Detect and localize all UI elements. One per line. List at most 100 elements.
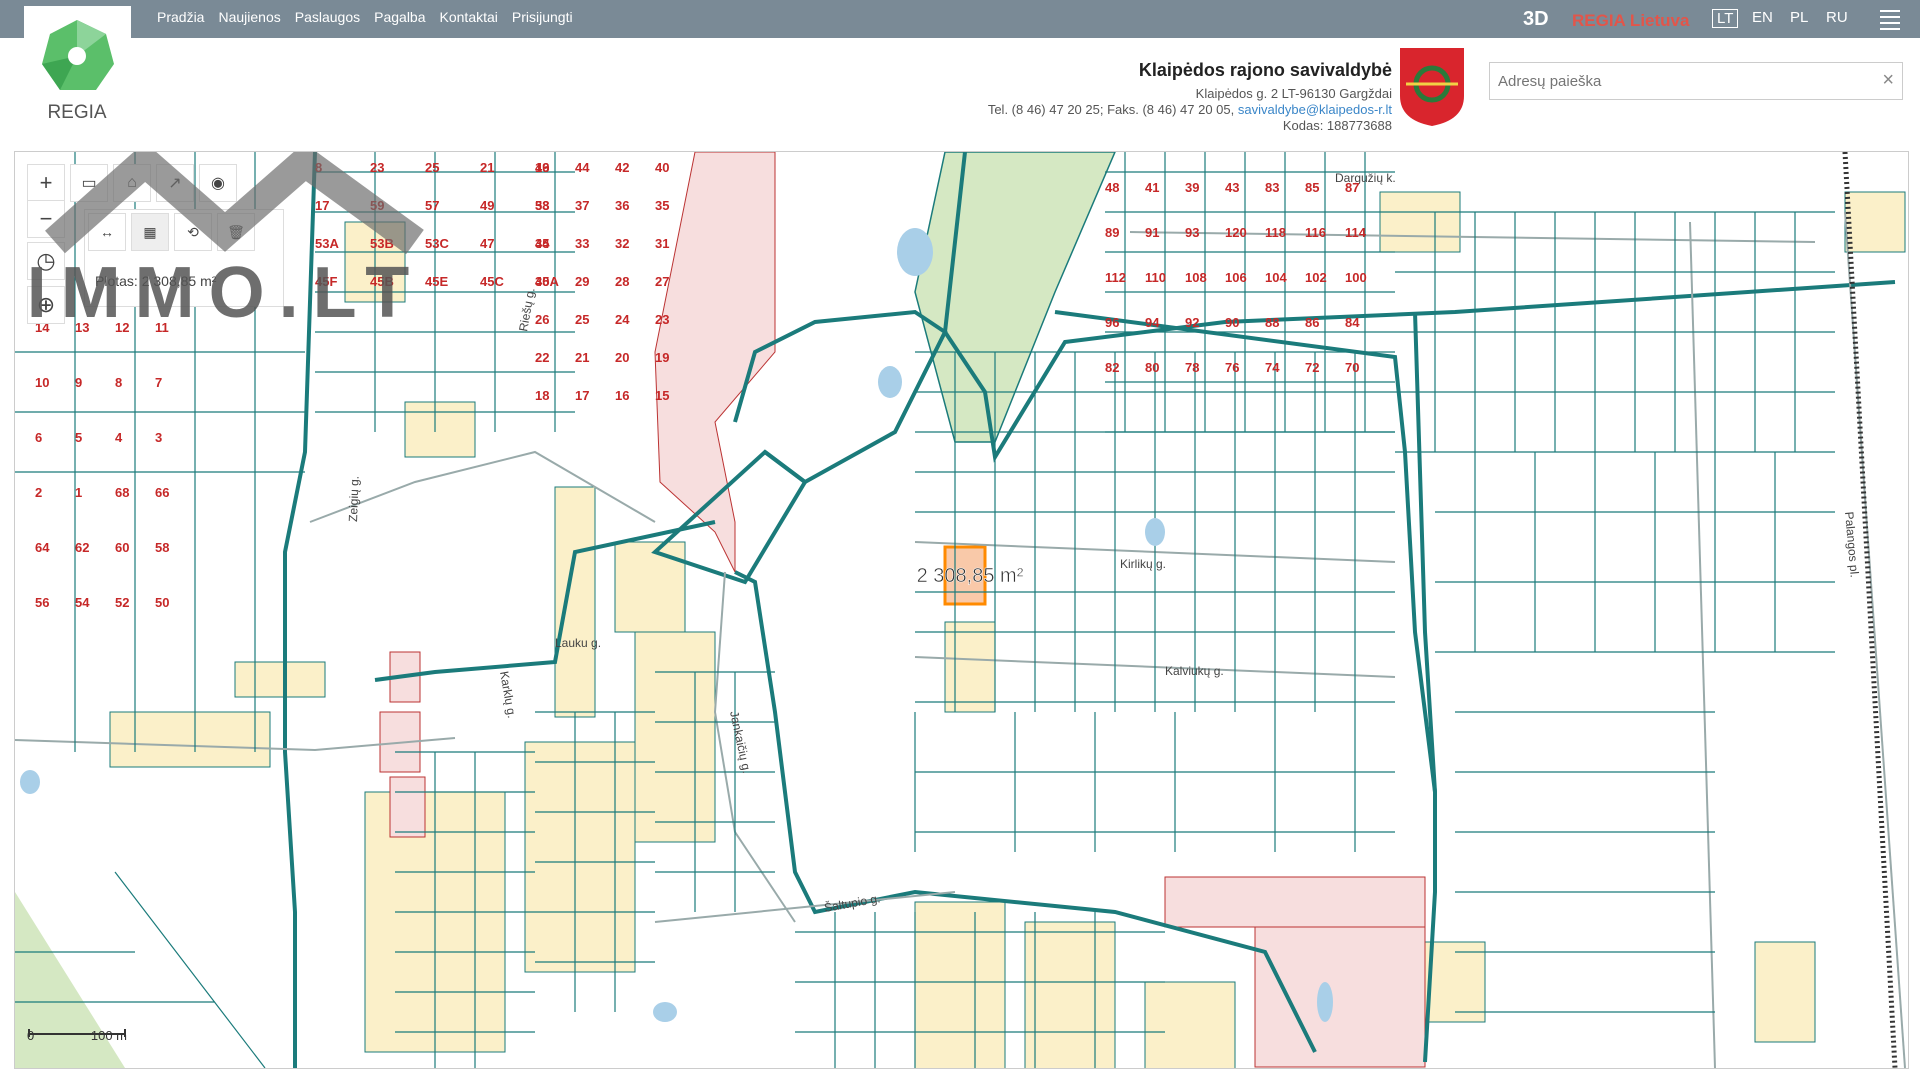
parcel-number: 89 [1105,225,1119,240]
street-label: Zeigių g. [346,476,362,522]
parcel-number: 15 [655,388,669,403]
municipality-tel: Tel. (8 46) 47 20 25; Faks. (8 46) 47 20… [987,102,1235,117]
parcel-number: 27 [655,274,669,289]
nav-pradzia[interactable]: Pradžia [157,9,204,25]
immo-watermark: IMMO.LT [27,152,424,332]
parcel-number: 84 [1345,315,1360,330]
parcel-number: 42 [615,160,629,175]
parcel-number: 35 [655,198,669,213]
parcel-number: 106 [1225,270,1247,285]
parcel-number: 7 [155,375,162,390]
nav-naujienos[interactable]: Naujienos [218,9,280,25]
parcel-number: 37 [575,198,589,213]
parcel-number: 38 [535,198,549,213]
logo-text: REGIA [47,102,106,123]
parcel-number: 86 [1305,315,1319,330]
parcel-number: 48 [1105,180,1119,195]
parcel-number: 80 [1145,360,1159,375]
parcel-number: 70 [1345,360,1359,375]
parcel-number: 90 [1225,315,1239,330]
parcel-number: 72 [1305,360,1319,375]
parcel-number: 40 [655,160,669,175]
lang-lt[interactable]: LT [1712,9,1739,28]
street-label: Kalviukų g. [1165,664,1224,678]
parcel-number: 110 [1145,270,1166,285]
cadastral-map[interactable]: 2 308,85 m² Dargužių k. Lauku g. Karklų … [14,151,1909,1069]
parcel-number: 112 [1105,270,1126,285]
parcel-number: 76 [1225,360,1239,375]
parcel-number: 1 [75,485,82,500]
parcel-number: 33 [575,236,589,251]
lang-en[interactable]: EN [1752,9,1773,26]
nav-kontaktai[interactable]: Kontaktai [440,9,498,25]
parcel-number: 116 [1305,225,1326,240]
parcel-number: 22 [535,350,549,365]
municipality-email-link[interactable]: savivaldybe@klaipedos-r.lt [1238,102,1392,117]
municipality-address: Klaipėdos g. 2 LT-96130 Gargždai [1195,86,1392,101]
municipality-code: Kodas: 188773688 [1282,118,1392,133]
regia-logo-icon: REGIA [42,20,114,123]
parcel-number: 16 [615,388,629,403]
top-bar: Pradžia Naujienos Paslaugos Pagalba Kont… [0,0,1920,38]
parcel-number: 28 [615,274,629,289]
street-label: Kirlikų g. [1120,557,1166,571]
address-search-input[interactable] [1490,63,1860,99]
parcel-number: 56 [35,595,49,610]
municipality-name: Klaipėdos rajono savivaldybė [1138,60,1392,80]
municipality-crest-icon [1400,48,1464,126]
street-label: Lauku g. [555,636,601,650]
clear-search-icon[interactable]: × [1882,69,1894,92]
hamburger-menu-icon[interactable] [1880,10,1900,34]
parcel-number: 36 [615,198,629,213]
parcel-number: 108 [1185,270,1207,285]
main-nav: Pradžia Naujienos Paslaugos Pagalba Kont… [157,9,573,25]
parcel-number: 68 [115,485,129,500]
parcel-number: 17 [575,388,589,403]
parcel-number: 114 [1345,225,1367,240]
nav-paslaugos[interactable]: Paslaugos [295,9,360,25]
parcel-number: 32 [615,236,629,251]
parcel-number: 34 [535,236,550,251]
parcel-number: 94 [1145,315,1160,330]
address-search: × [1489,62,1903,100]
parcel-number: 88 [1265,315,1279,330]
parcel-number: 49 [480,198,494,213]
nav-prisijungti[interactable]: Prisijungti [512,9,573,25]
parcel-number: 100 [1345,270,1367,285]
lang-pl[interactable]: PL [1790,9,1808,26]
nav-pagalba[interactable]: Pagalba [374,9,425,25]
parcel-number: 5 [75,430,82,445]
parcel-number: 31 [655,236,669,251]
parcel-number: 30 [535,274,549,289]
parcel-number: 120 [1225,225,1247,240]
parcel-number: 46 [535,160,549,175]
parcel-number: 96 [1105,315,1119,330]
parcel-number: 82 [1105,360,1119,375]
parcel-number: 118 [1265,225,1286,240]
parcel-number: 45C [480,274,504,289]
parcel-number: 92 [1185,315,1199,330]
parcel-number: 41 [1145,180,1159,195]
parcel-number: 26 [535,312,549,327]
parcel-number: 29 [575,274,589,289]
parcel-number: 47 [480,236,494,251]
parcel-number: 43 [1225,180,1239,195]
parcel-number: 8 [115,375,122,390]
parcel-number: 25 [575,312,589,327]
parcel-number: 58 [155,540,169,555]
parcel-number: 52 [115,595,129,610]
regia-lietuva-link[interactable]: REGIA Lietuva [1572,11,1689,31]
lang-ru[interactable]: RU [1826,9,1848,26]
3d-button[interactable]: 3D [1523,8,1549,31]
parcel-number: 20 [615,350,629,365]
parcel-number: 21 [575,350,589,365]
parcel-number: 102 [1305,270,1327,285]
regia-logo[interactable]: REGIA [24,6,131,126]
parcel-number: 39 [1185,180,1199,195]
parcel-number: 64 [35,540,50,555]
parcel-number: 4 [115,430,123,445]
parcel-number: 18 [535,388,549,403]
parcel-number: 44 [575,160,590,175]
parcel-number: 19 [655,350,669,365]
parcel-number: 60 [115,540,129,555]
